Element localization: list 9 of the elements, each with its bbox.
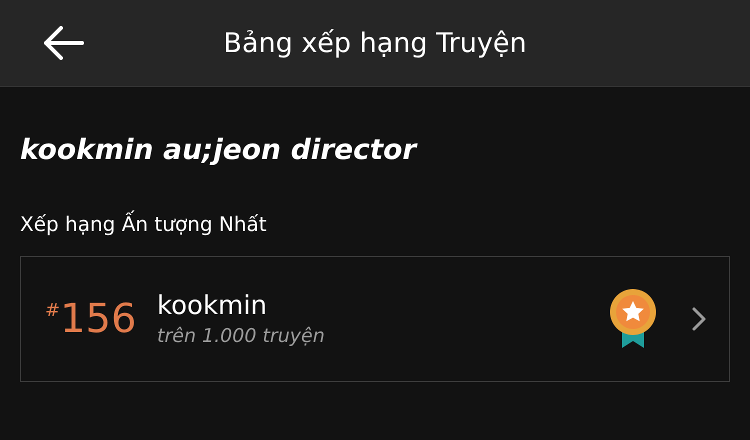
rank-number: $^{#}$156 xyxy=(45,296,138,342)
section-label: Xếp hạng Ấn tượng Nhất xyxy=(20,212,268,236)
ranking-subtitle: trên 1.000 truyện xyxy=(157,325,326,347)
back-arrow-icon xyxy=(42,25,84,61)
tag-name: kookmin xyxy=(157,291,268,321)
medal-icon xyxy=(609,288,657,350)
chevron-right-icon xyxy=(691,306,707,332)
screen-title: Bảng xếp hạng Truyện xyxy=(223,28,527,58)
story-title: kookmin au;jeon director xyxy=(20,133,418,166)
